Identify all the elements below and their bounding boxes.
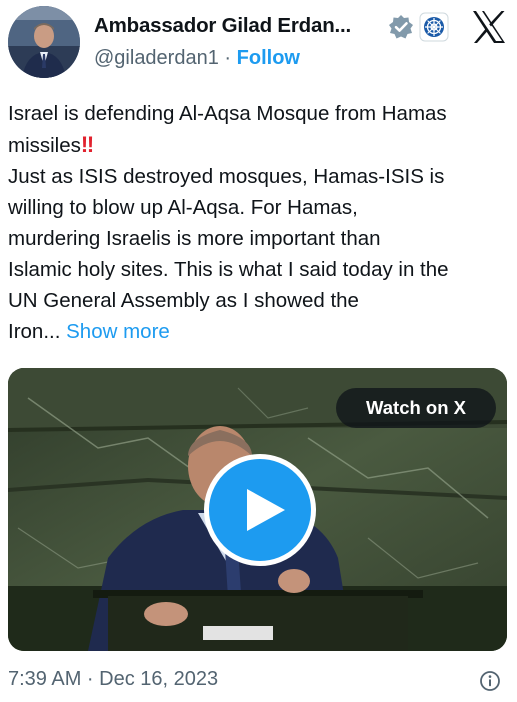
play-button[interactable] (204, 454, 316, 566)
play-icon (247, 489, 285, 531)
verified-badge-icon (389, 15, 413, 39)
tweet-line-text: missiles (8, 134, 81, 157)
tweet-line: willing to blow up Al-Aqsa. For Hamas, (8, 196, 358, 219)
separator-dot: · (224, 47, 232, 69)
handle-row: @giladerdan1 · Follow (94, 47, 300, 70)
tweet-line: Israel is defending Al-Aqsa Mosque from … (8, 102, 447, 125)
show-more-link[interactable]: Show more (66, 320, 170, 343)
author-name[interactable]: Ambassador Gilad Erdan... (94, 14, 351, 38)
un-emblem-icon (419, 12, 449, 42)
tweet-line-text: Iron... (8, 320, 61, 343)
tweet-line: Iron... Show more (8, 316, 513, 347)
tweet-timestamp[interactable]: 7:39 AM · Dec 16, 2023 (8, 668, 218, 691)
tweet-header: Ambassador Gilad Erdan... @giladerdan1 ·… (8, 6, 509, 78)
tweet-line: murdering Israelis is more important tha… (8, 227, 381, 250)
watch-on-x-button[interactable]: Watch on X (336, 388, 496, 428)
tweet-line: UN General Assembly as I showed the (8, 289, 359, 312)
double-exclamation-emoji: ‼ (80, 132, 94, 157)
video-player[interactable]: Watch on X (8, 368, 507, 651)
author-avatar[interactable] (8, 6, 80, 78)
tweet-line: missiles‼ (8, 129, 513, 161)
tweet-line: Islamic holy sites. This is what I said … (8, 258, 449, 281)
x-logo-icon[interactable] (470, 8, 508, 46)
follow-button[interactable]: Follow (237, 47, 300, 69)
info-icon[interactable] (479, 670, 501, 692)
tweet-line: Just as ISIS destroyed mosques, Hamas-IS… (8, 165, 445, 188)
tweet-text: Israel is defending Al-Aqsa Mosque from … (8, 98, 513, 347)
author-handle[interactable]: @giladerdan1 (94, 47, 219, 69)
